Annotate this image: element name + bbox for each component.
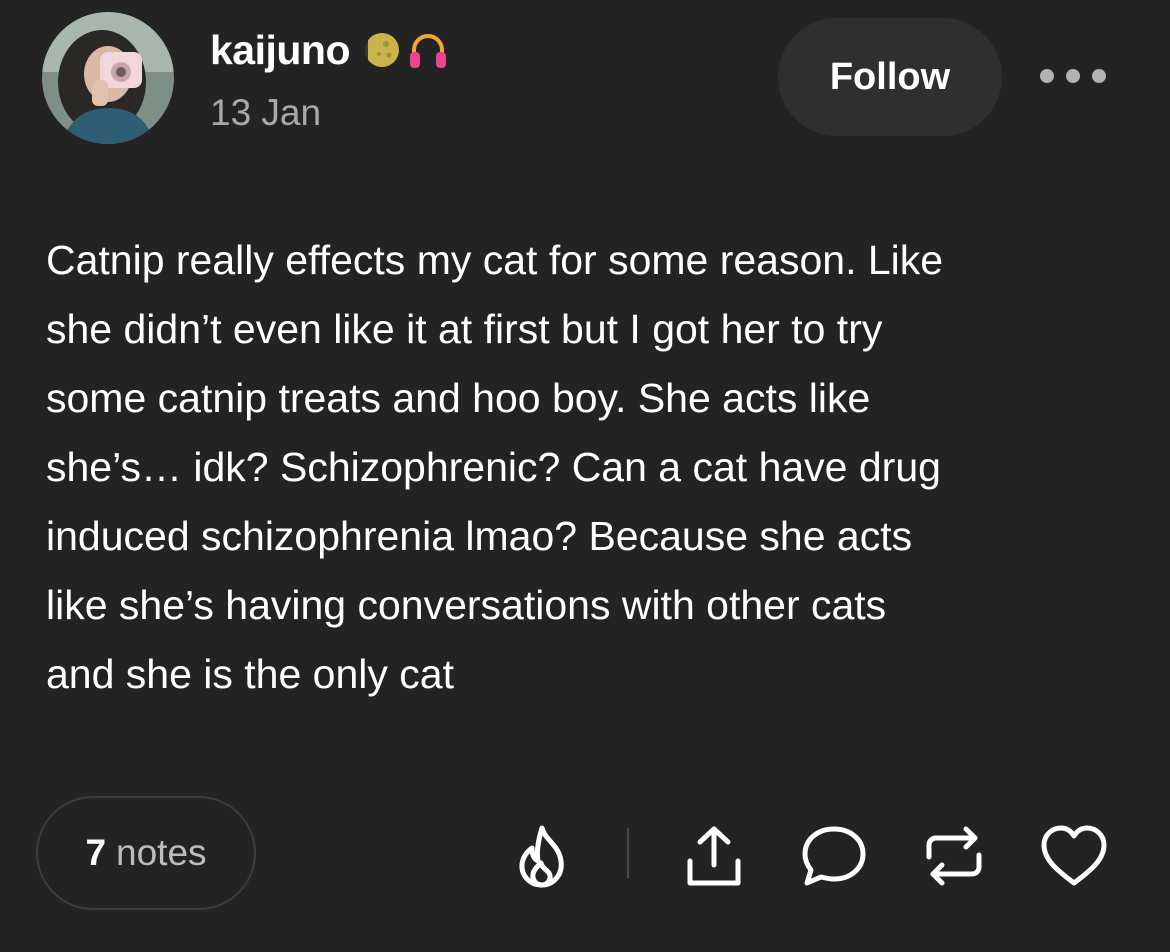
more-options-button[interactable]: [1040, 58, 1106, 94]
share-icon[interactable]: [678, 820, 750, 892]
post-body-line: some catnip treats and hoo boy. She acts…: [46, 375, 871, 421]
post-body-line: and she is the only cat: [46, 651, 454, 697]
avatar-image: [42, 12, 174, 144]
post-body-line: she’s… idk? Schizophrenic? Can a cat hav…: [46, 444, 941, 490]
notes-label: notes: [116, 832, 207, 873]
notes-count: 7: [85, 832, 107, 873]
post-body-line: Catnip really effects my cat for some re…: [46, 237, 944, 283]
username[interactable]: kaijuno: [210, 27, 351, 74]
dot-icon: [1066, 69, 1080, 83]
post-body-line: she didn’t even like it at first but I g…: [46, 306, 883, 352]
reply-icon[interactable]: [798, 820, 870, 892]
like-icon[interactable]: [1038, 820, 1110, 892]
follow-button[interactable]: Follow: [778, 18, 1002, 136]
post-date: 13 Jan: [210, 92, 322, 133]
headphones-badge-icon: [406, 30, 450, 70]
moon-badge-icon: [362, 30, 402, 70]
action-divider: [627, 828, 629, 878]
avatar[interactable]: [42, 12, 174, 144]
notes-button[interactable]: 7 notes: [36, 796, 256, 910]
dot-icon: [1092, 69, 1106, 83]
post-body: Catnip really effects my cat for some re…: [46, 226, 1136, 709]
post-card: kaijuno 13 Jan Follow Catnip really effe…: [0, 0, 1170, 952]
username-row: kaijuno: [210, 24, 450, 76]
post-body-line: like she’s having conversations with oth…: [46, 582, 887, 628]
fire-icon[interactable]: [506, 820, 578, 892]
post-body-line: induced schizophrenia lmao? Because she …: [46, 513, 913, 559]
dot-icon: [1040, 69, 1054, 83]
reblog-icon[interactable]: [918, 820, 990, 892]
